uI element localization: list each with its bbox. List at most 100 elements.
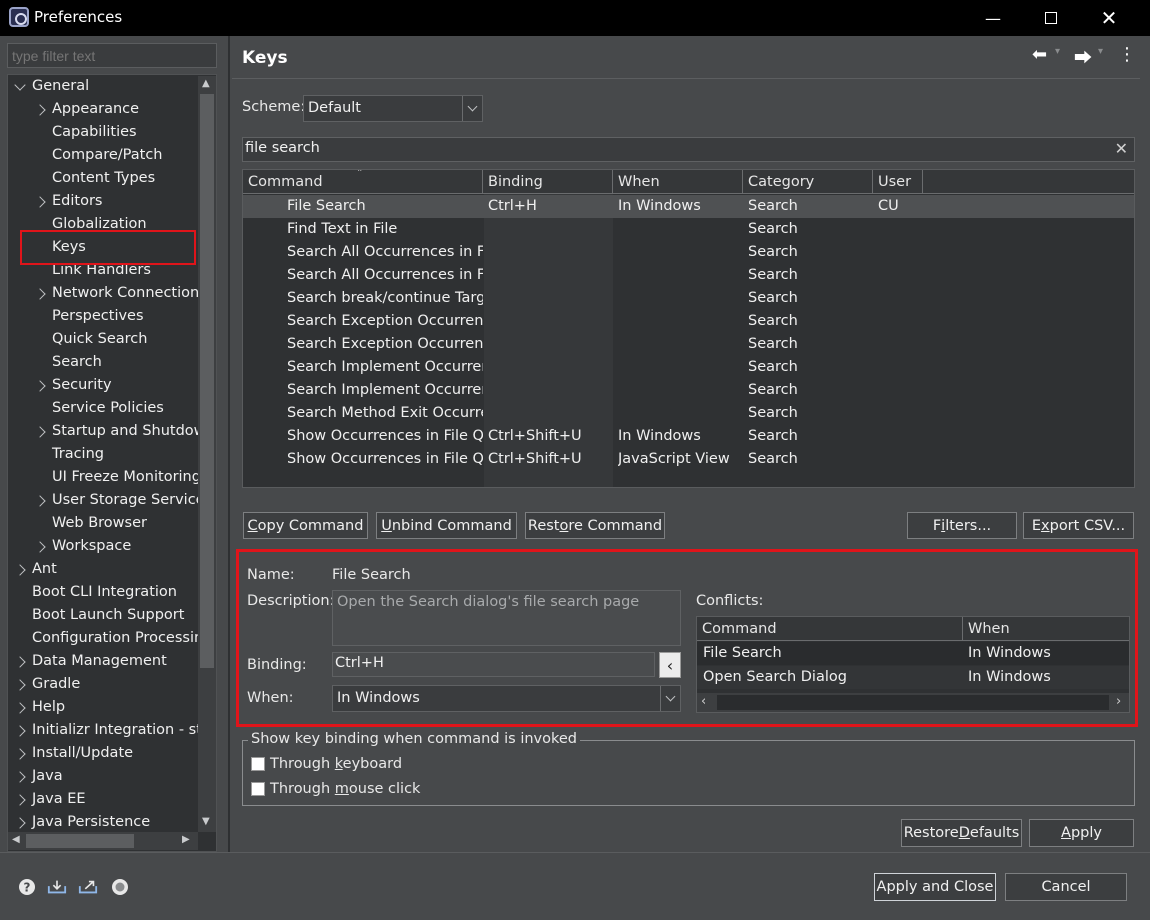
tree-item[interactable]: Java Persistence: [8, 811, 198, 834]
scheme-select[interactable]: Default: [303, 95, 483, 122]
export-icon[interactable]: [78, 877, 98, 897]
table-row[interactable]: Search Implement Occurrences Search: [243, 356, 1134, 379]
when-dropdown-button[interactable]: [660, 686, 680, 711]
tree-item[interactable]: Content Types: [8, 167, 198, 190]
table-row[interactable]: Find Text in File Search: [243, 218, 1134, 241]
export-csv-button[interactable]: Ex port CSV...: [1023, 512, 1134, 539]
more-options-icon[interactable]: ⋮: [1118, 44, 1136, 65]
tree-item[interactable]: Gradle: [8, 673, 198, 696]
tree-item[interactable]: Editors: [8, 190, 198, 213]
chevron-right-icon[interactable]: [34, 104, 46, 116]
through-mouse-click-label[interactable]: Through mouse click: [270, 781, 420, 797]
table-row[interactable]: Search Method Exit Occurrences Search: [243, 402, 1134, 425]
table-row[interactable]: Search Exception Occurrences Search: [243, 333, 1134, 356]
tree-item[interactable]: Security: [8, 374, 198, 397]
commands-table[interactable]: Command ˄ Binding When Category User Fil…: [242, 169, 1135, 488]
chevron-right-icon[interactable]: [14, 771, 26, 783]
forward-menu-chevron-icon[interactable]: ▾: [1098, 46, 1103, 57]
restore-command-button[interactable]: Rest o re Command: [525, 512, 665, 539]
chevron-right-icon[interactable]: [14, 679, 26, 691]
chevron-right-icon[interactable]: [34, 288, 46, 300]
table-row[interactable]: Search Implement Occurrences Search: [243, 379, 1134, 402]
copy-command-button[interactable]: Copy Command: [243, 512, 368, 539]
chevron-right-icon[interactable]: [34, 541, 46, 553]
through-keyboard-label[interactable]: Through keyboard: [270, 756, 402, 772]
tree-item[interactable]: Appearance: [8, 98, 198, 121]
scroll-left-icon[interactable]: ◀: [12, 834, 20, 845]
tree-item[interactable]: Tracing: [8, 443, 198, 466]
chevron-down-icon[interactable]: [14, 79, 26, 91]
tree-item[interactable]: Install/Update: [8, 742, 198, 765]
close-button[interactable]: ✕: [1080, 0, 1138, 36]
tree-item[interactable]: Service Policies: [8, 397, 198, 420]
maximize-button[interactable]: [1022, 0, 1080, 36]
tree-item[interactable]: User Storage Service: [8, 489, 205, 512]
scroll-right-icon[interactable]: ▶: [182, 834, 190, 845]
conflicts-row[interactable]: File Search In Windows: [697, 642, 1129, 665]
tree-item[interactable]: UI Freeze Monitoring: [8, 466, 201, 489]
scheme-dropdown-button[interactable]: [462, 96, 482, 121]
tree-item[interactable]: Data Management: [8, 650, 198, 673]
chevron-right-icon[interactable]: [14, 702, 26, 714]
clear-search-icon[interactable]: ✕: [1115, 139, 1128, 158]
tree-item[interactable]: Ant: [8, 558, 198, 581]
scroll-up-icon[interactable]: ▲: [202, 78, 210, 89]
scroll-down-icon[interactable]: ▼: [202, 816, 210, 827]
scroll-left-icon[interactable]: ‹: [701, 694, 706, 709]
conflicts-header-when[interactable]: When: [963, 617, 1129, 641]
tree-item[interactable]: Initializr Integration - sta: [8, 719, 211, 742]
table-row[interactable]: File Search Ctrl+H In Windows Search CU: [243, 195, 1134, 218]
tree-item[interactable]: General: [8, 75, 198, 98]
unbind-command-button[interactable]: Unbind Command: [376, 512, 517, 539]
binding-menu-button[interactable]: ‹: [659, 652, 681, 678]
table-row[interactable]: Search All Occurrences in File Search: [243, 241, 1134, 264]
tree-item[interactable]: Configuration Processin: [8, 627, 203, 650]
chevron-right-icon[interactable]: [14, 748, 26, 760]
tree-item[interactable]: Web Browser: [8, 512, 198, 535]
chevron-right-icon[interactable]: [14, 656, 26, 668]
table-row[interactable]: Show Occurrences in File Quick Menu Ctrl+…: [243, 448, 1134, 471]
column-header-binding[interactable]: Binding: [483, 170, 613, 194]
table-row[interactable]: Show Occurrences in File Quick Menu Ctrl+…: [243, 425, 1134, 448]
table-row[interactable]: Search break/continue Target Search: [243, 287, 1134, 310]
chevron-right-icon[interactable]: [14, 725, 26, 737]
through-mouse-click-checkbox[interactable]: [251, 782, 265, 796]
column-header-category[interactable]: Category: [743, 170, 873, 194]
table-row[interactable]: Search All Occurrences in File Search: [243, 264, 1134, 287]
column-header-command[interactable]: Command: [243, 170, 483, 194]
through-keyboard-checkbox[interactable]: [251, 757, 265, 771]
back-arrow-icon[interactable]: ⬅: [1032, 44, 1047, 65]
column-header-when[interactable]: When: [613, 170, 743, 194]
tree-item[interactable]: Java EE: [8, 788, 198, 811]
conflicts-row[interactable]: Open Search Dialog In Windows: [697, 666, 1129, 689]
tree-item[interactable]: Capabilities: [8, 121, 198, 144]
binding-input[interactable]: Ctrl+H: [332, 652, 655, 677]
filters-button[interactable]: Fi lters...: [907, 512, 1017, 539]
filter-input[interactable]: [7, 43, 217, 68]
conflicts-table[interactable]: Command When File Search In Windows Open S…: [696, 616, 1130, 713]
help-icon[interactable]: ?: [17, 877, 37, 897]
chevron-right-icon[interactable]: [34, 426, 46, 438]
chevron-right-icon[interactable]: [34, 495, 46, 507]
cancel-button[interactable]: Cancel: [1005, 873, 1127, 901]
apply-button[interactable]: Apply: [1029, 819, 1134, 847]
scrollbar-thumb[interactable]: [717, 695, 1109, 710]
chevron-right-icon[interactable]: [14, 564, 26, 576]
command-search-input[interactable]: file search ✕: [242, 137, 1135, 162]
tree-item[interactable]: Network Connections: [8, 282, 207, 305]
conflicts-horizontal-scrollbar[interactable]: ‹ ›: [697, 693, 1129, 712]
chevron-right-icon[interactable]: [14, 794, 26, 806]
tree-horizontal-scrollbar[interactable]: ◀ ▶: [8, 832, 198, 850]
tree-item[interactable]: Perspectives: [8, 305, 198, 328]
table-row[interactable]: Search Exception Occurrences Search: [243, 310, 1134, 333]
tree-item[interactable]: Workspace: [8, 535, 198, 558]
tree-item[interactable]: Help: [8, 696, 198, 719]
chevron-right-icon[interactable]: [34, 380, 46, 392]
restore-defaults-button[interactable]: Restore Defaults: [901, 819, 1022, 847]
scrollbar-thumb[interactable]: [26, 834, 134, 848]
preference-tree[interactable]: General Appearance Capabilities Compare/Pat…: [7, 74, 217, 852]
tree-item[interactable]: Startup and Shutdow: [8, 420, 206, 443]
scrollbar-thumb[interactable]: [200, 94, 214, 668]
tree-item[interactable]: Java: [8, 765, 198, 788]
chevron-right-icon[interactable]: [34, 196, 46, 208]
